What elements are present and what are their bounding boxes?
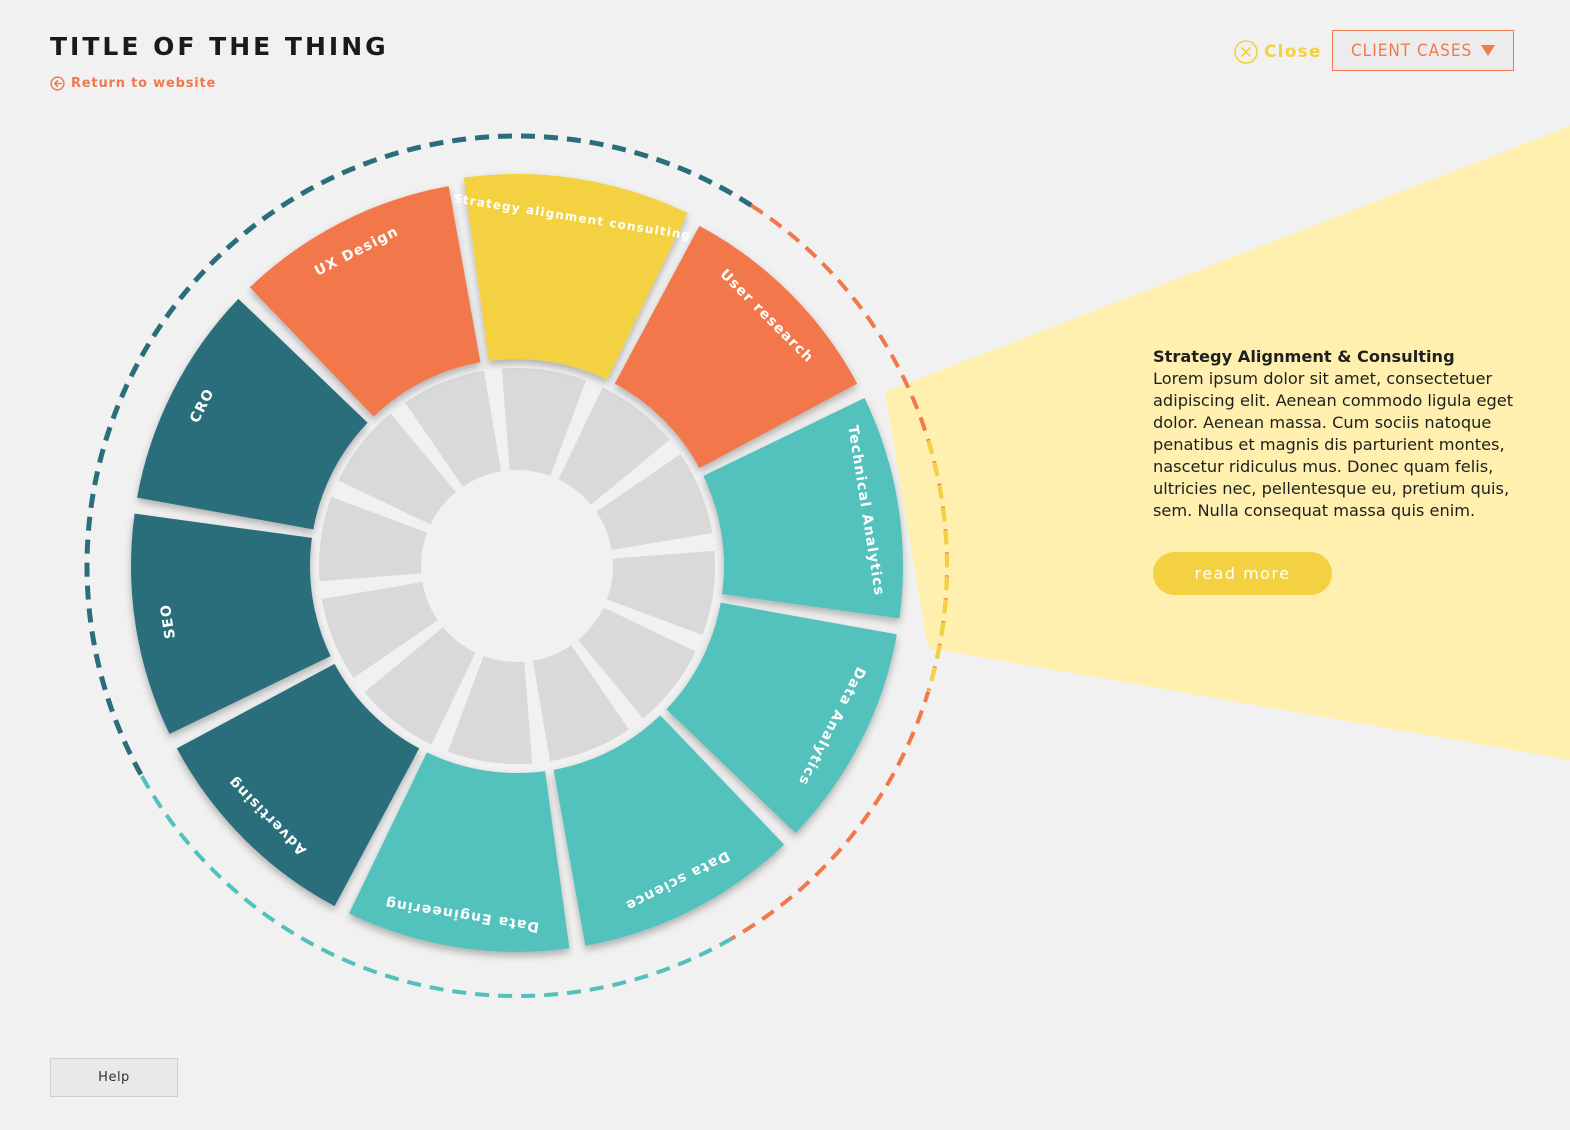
info-body: Lorem ipsum dolor sit amet, consectetuer…	[1153, 369, 1514, 520]
wheel-hub	[427, 476, 607, 656]
service-wheel: CROUX DesignStrategy alignment consultin…	[84, 126, 1570, 998]
info-panel: Strategy Alignment & Consulting Lorem ip…	[1153, 346, 1533, 522]
help-button[interactable]: Help	[50, 1058, 178, 1097]
info-heading: Strategy Alignment & Consulting	[1153, 347, 1455, 366]
read-more-button[interactable]: read more	[1153, 552, 1332, 595]
